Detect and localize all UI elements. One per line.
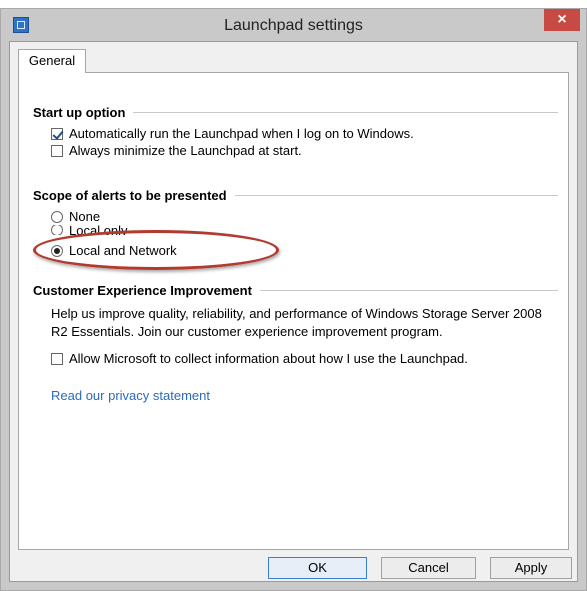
local-only-radio[interactable] xyxy=(51,225,63,235)
minimize-option[interactable]: Always minimize the Launchpad at start. xyxy=(51,143,302,158)
ceip-heading-text: Customer Experience Improvement xyxy=(33,283,252,298)
minimize-label: Always minimize the Launchpad at start. xyxy=(69,143,302,158)
section-divider xyxy=(234,195,558,196)
auto-run-label: Automatically run the Launchpad when I l… xyxy=(69,126,414,141)
ceip-section-heading: Customer Experience Improvement xyxy=(33,283,558,298)
section-divider xyxy=(259,290,558,291)
allow-collect-option[interactable]: Allow Microsoft to collect information a… xyxy=(51,351,468,366)
ceip-description: Help us improve quality, reliability, an… xyxy=(51,306,542,339)
section-divider xyxy=(133,112,558,113)
allow-collect-label: Allow Microsoft to collect information a… xyxy=(69,351,468,366)
auto-run-option[interactable]: Automatically run the Launchpad when I l… xyxy=(51,126,414,141)
window-title: Launchpad settings xyxy=(224,17,363,34)
apply-button[interactable]: Apply xyxy=(490,557,572,579)
ok-button[interactable]: OK xyxy=(268,557,367,579)
alerts-section-heading: Scope of alerts to be presented xyxy=(33,188,558,203)
cancel-button[interactable]: Cancel xyxy=(381,557,476,579)
none-radio[interactable] xyxy=(51,210,63,223)
alerts-heading-text: Scope of alerts to be presented xyxy=(33,188,227,203)
startup-section-heading: Start up option xyxy=(33,105,558,120)
alert-option-none[interactable]: None xyxy=(51,209,100,224)
allow-collect-checkbox[interactable] xyxy=(51,352,63,365)
tab-general[interactable]: General xyxy=(18,49,86,73)
dialog-body: General Start up option Automatically ru… xyxy=(9,41,578,582)
privacy-statement-link[interactable]: Read our privacy statement xyxy=(51,388,210,403)
startup-heading-text: Start up option xyxy=(33,105,126,120)
general-tab-panel: Start up option Automatically run the La… xyxy=(18,72,569,550)
minimize-checkbox[interactable] xyxy=(51,144,63,157)
highlight-annotation xyxy=(33,230,279,270)
close-button[interactable]: × xyxy=(544,9,580,31)
auto-run-checkbox[interactable] xyxy=(51,127,63,140)
title-bar[interactable]: Launchpad settings × xyxy=(1,9,586,41)
none-label: None xyxy=(69,209,101,224)
settings-dialog: Launchpad settings × General Start up op… xyxy=(0,8,587,591)
